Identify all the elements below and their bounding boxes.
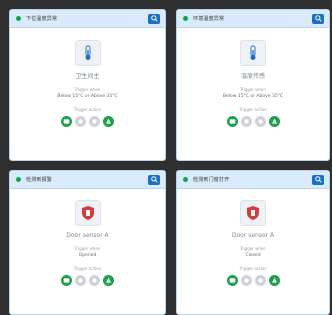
- gear-action-button[interactable]: [75, 275, 86, 286]
- bell-action-button[interactable]: [103, 275, 114, 286]
- bell-action-button[interactable]: [268, 275, 280, 286]
- toggle-action-button[interactable]: [254, 116, 266, 127]
- search-icon: [314, 15, 322, 22]
- action-icons: [226, 275, 280, 286]
- shield-icon: [81, 206, 94, 220]
- thermometer-icon: [85, 45, 90, 60]
- trigger-value: Opened: [78, 253, 97, 258]
- toggle-action-button[interactable]: [89, 275, 100, 286]
- gear-icon: [78, 278, 83, 283]
- card-body: Door sensor A Trigger when Opened Trigge…: [10, 189, 165, 286]
- action-label: Trigger action: [73, 107, 102, 112]
- bell-icon: [106, 118, 111, 124]
- device-icon-tile: [240, 200, 266, 226]
- card-title: 下位温度异常: [26, 16, 58, 22]
- trigger-label: Trigger when: [240, 87, 266, 92]
- gear-icon: [243, 119, 249, 124]
- trigger-label: Trigger when: [74, 246, 101, 251]
- action-label: Trigger action: [73, 266, 102, 271]
- rule-card[interactable]: 检测到报警 Door sensor A Trigger when Opened …: [9, 170, 166, 315]
- toggle-icon: [92, 278, 97, 283]
- device-icon-tile: [240, 40, 266, 66]
- search-icon: [150, 15, 158, 22]
- gear-action-button[interactable]: [240, 275, 252, 286]
- trigger-label: Trigger when: [240, 246, 266, 251]
- message-icon: [229, 278, 235, 283]
- card-header: 下位温度异常: [10, 10, 165, 28]
- message-action-button[interactable]: [226, 116, 238, 127]
- gear-action-button[interactable]: [240, 116, 252, 127]
- shield-icon: [247, 206, 259, 220]
- action-icons: [61, 116, 114, 127]
- status-dot: [183, 16, 188, 21]
- card-title: 环境温度异常: [193, 16, 225, 22]
- toggle-action-button[interactable]: [89, 116, 100, 127]
- message-action-button[interactable]: [226, 275, 238, 286]
- card-search-button[interactable]: [312, 174, 324, 185]
- action-label: Trigger action: [239, 107, 267, 112]
- card-body: 卫生间主 Trigger when Below 15°C or Above 35…: [10, 28, 165, 127]
- card-header: 检测到门窗打开: [177, 171, 329, 189]
- action-icons: [226, 116, 280, 127]
- automation-rule-grid: 下位温度异常 卫生间主 Trigger when Below 15°C or A…: [9, 9, 332, 315]
- trigger-label: Trigger when: [74, 87, 101, 92]
- bell-action-button[interactable]: [103, 116, 114, 127]
- card-header: 环境温度异常: [177, 10, 329, 28]
- message-action-button[interactable]: [61, 116, 72, 127]
- card-search-button[interactable]: [148, 174, 160, 185]
- device-name: 卫生间主: [75, 73, 100, 80]
- trigger-value: Below 15°C or Above 35°C: [57, 94, 118, 99]
- status-dot: [183, 177, 188, 182]
- card-body: Door sensor A Trigger when Closed Trigge…: [177, 189, 329, 286]
- card-body: 温度传感 Trigger when Below 15°C or Above 35…: [177, 28, 329, 127]
- card-header: 检测到报警: [10, 171, 165, 189]
- search-icon: [150, 176, 158, 183]
- bell-icon: [271, 118, 277, 124]
- message-action-button[interactable]: [61, 275, 72, 286]
- message-icon: [63, 119, 70, 124]
- device-name: Door sensor A: [66, 232, 109, 239]
- card-title: 检测到报警: [26, 177, 53, 183]
- device-name: 温度传感: [240, 73, 265, 80]
- rule-card[interactable]: 下位温度异常 卫生间主 Trigger when Below 15°C or A…: [9, 9, 166, 161]
- card-search-button[interactable]: [148, 13, 160, 24]
- device-icon-tile: [74, 40, 101, 66]
- gear-icon: [78, 119, 83, 124]
- bell-icon: [106, 277, 111, 283]
- bell-icon: [271, 277, 277, 283]
- toggle-icon: [257, 119, 263, 124]
- device-name: Door sensor A: [231, 232, 275, 239]
- bell-action-button[interactable]: [268, 116, 280, 127]
- toggle-action-button[interactable]: [254, 275, 266, 286]
- rule-card[interactable]: 检测到门窗打开 Door sensor A Trigger when Close…: [176, 170, 330, 315]
- toggle-icon: [257, 278, 263, 283]
- gear-icon: [243, 278, 249, 283]
- action-label: Trigger action: [239, 266, 267, 271]
- action-icons: [61, 275, 114, 286]
- thermometer-icon: [250, 45, 256, 60]
- gear-action-button[interactable]: [75, 116, 86, 127]
- device-icon-tile: [74, 200, 101, 226]
- status-dot: [16, 16, 21, 21]
- rule-card[interactable]: 环境温度异常 温度传感 Trigger when Below 15°C or A…: [176, 9, 330, 161]
- status-dot: [16, 177, 21, 182]
- message-icon: [63, 278, 70, 283]
- card-title: 检测到门窗打开: [193, 177, 230, 183]
- toggle-icon: [92, 119, 97, 124]
- trigger-value: Below 15°C or Above 35°C: [222, 94, 284, 99]
- search-icon: [314, 176, 322, 183]
- message-icon: [229, 119, 235, 124]
- trigger-value: Closed: [245, 253, 261, 258]
- card-search-button[interactable]: [312, 13, 324, 24]
